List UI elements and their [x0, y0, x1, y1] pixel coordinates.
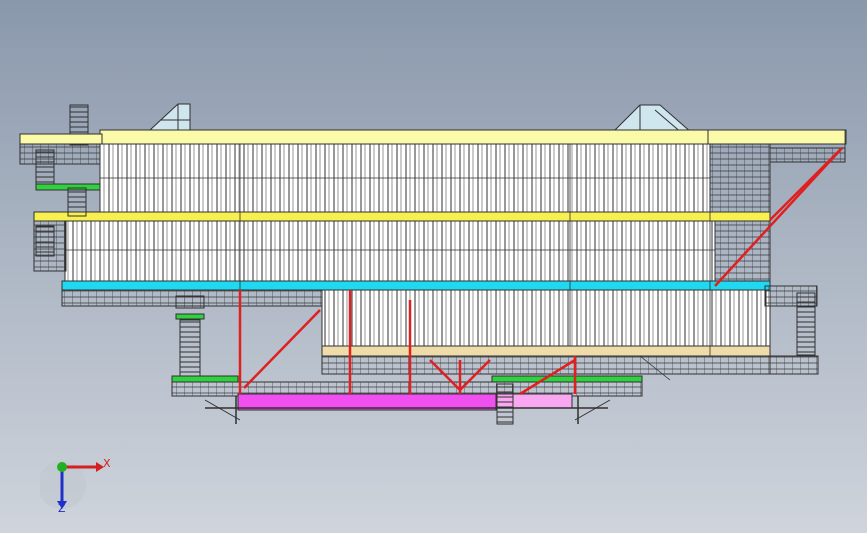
lower-wall-panels — [321, 289, 771, 347]
3d-viewport[interactable]: X Z — [0, 0, 867, 533]
triad-x-label: X — [103, 457, 111, 470]
middle-wall-panels — [64, 220, 716, 282]
roof-monitor-left — [148, 103, 191, 131]
right-frame-upper — [709, 143, 771, 213]
walkway-left-lower — [171, 375, 239, 383]
axis-triad — [40, 461, 104, 509]
ladder-left-lower — [35, 225, 55, 257]
ladder-right — [796, 292, 816, 356]
base-frame — [321, 355, 771, 375]
ladder-center-left — [179, 319, 201, 377]
roof-ridge-main — [99, 129, 711, 145]
base-tan — [321, 345, 771, 357]
leg-brace-right — [574, 399, 611, 421]
left-platform-top — [19, 143, 101, 165]
roof-ridge-left — [19, 133, 103, 145]
roof-ridge-right — [707, 129, 847, 145]
walkway-stair — [175, 313, 205, 320]
ladder-left-mid — [67, 187, 87, 217]
belt-yellow — [33, 211, 771, 222]
ladder-bottom — [496, 383, 514, 425]
right-frame-middle — [714, 220, 771, 282]
stair-head — [175, 295, 205, 309]
y-axis-dot-icon — [57, 462, 67, 472]
triad-z-label: Z — [58, 502, 66, 515]
belt-cyan — [61, 280, 771, 291]
right-base-frame — [769, 355, 819, 375]
leg-brace-left — [204, 399, 241, 421]
walkway-right-lower — [491, 375, 643, 383]
